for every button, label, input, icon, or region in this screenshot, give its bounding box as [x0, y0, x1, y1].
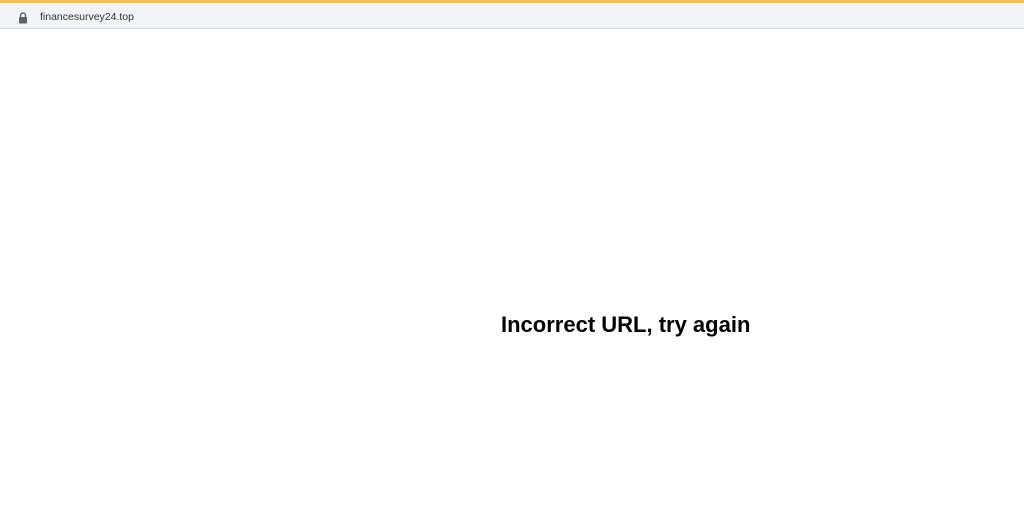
- page-content: Incorrect URL, try again: [0, 30, 1024, 528]
- url-text[interactable]: financesurvey24.top: [40, 11, 134, 23]
- browser-address-bar: financesurvey24.top: [0, 3, 1024, 29]
- error-message: Incorrect URL, try again: [501, 312, 751, 337]
- lock-icon[interactable]: [18, 11, 28, 24]
- url-field[interactable]: financesurvey24.top: [6, 6, 1018, 26]
